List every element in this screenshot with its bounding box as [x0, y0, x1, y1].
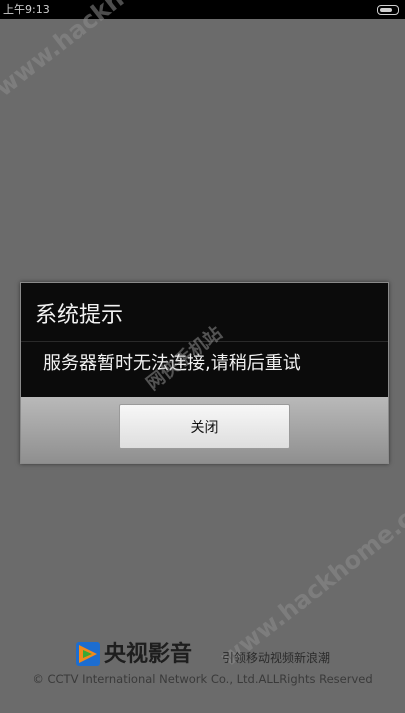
dialog-header: 系统提示 服务器暂时无法连接,请稍后重试 — [21, 283, 388, 397]
copyright: © CCTV International Network Co., Ltd.AL… — [32, 672, 373, 686]
close-button[interactable]: 关闭 — [119, 404, 290, 449]
dialog-message: 服务器暂时无法连接,请稍后重试 — [43, 353, 301, 374]
dialog-footer: 关闭 — [21, 397, 388, 463]
slogan: 引领移动视频新浪潮 — [222, 651, 331, 665]
dialog-divider — [21, 341, 388, 342]
status-time: 上午9:13 — [3, 3, 50, 16]
watermark-bottom: www.hackhome.com — [215, 479, 405, 673]
status-bar: 上午9:13 — [0, 0, 405, 19]
alert-dialog: 系统提示 服务器暂时无法连接,请稍后重试 关闭 — [20, 282, 389, 464]
cctv-play-icon — [76, 642, 100, 666]
logo-name: 央视影音 — [104, 642, 193, 667]
screen: 上午9:13 www.hackhome.com www.hackhome.com… — [0, 0, 405, 713]
battery-icon — [377, 5, 399, 15]
dialog-title: 系统提示 — [35, 303, 124, 328]
